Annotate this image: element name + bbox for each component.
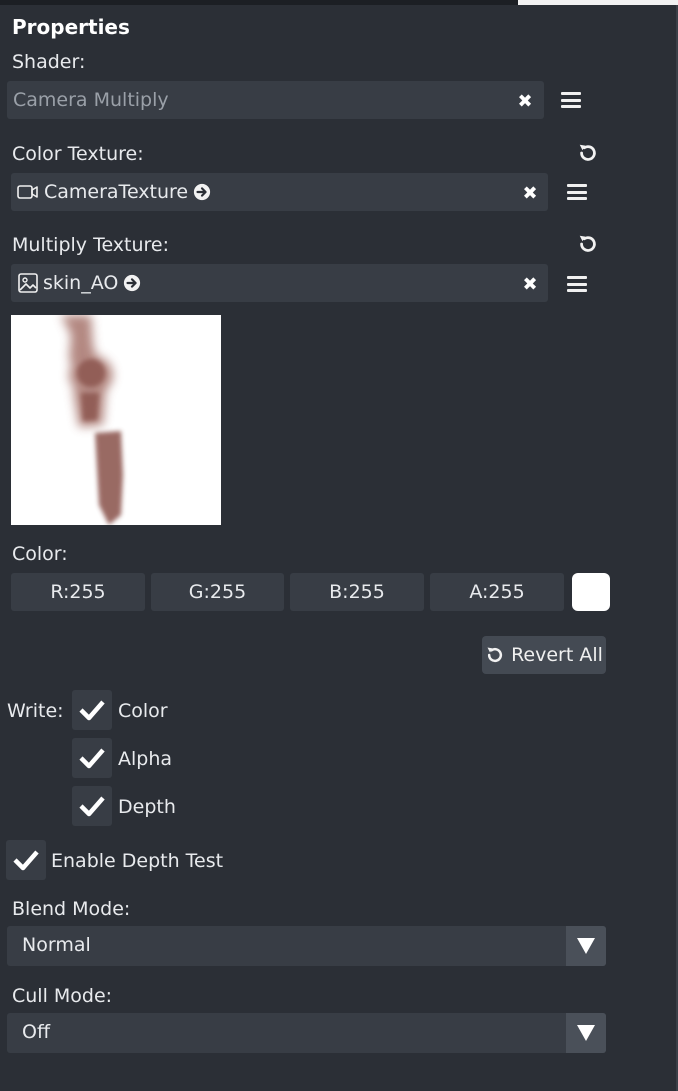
cull-mode-label: Cull Mode: bbox=[12, 985, 113, 1007]
revert-all-label: Revert All bbox=[511, 644, 603, 666]
color-g-field[interactable]: G:255 bbox=[151, 573, 284, 611]
clear-color-texture-icon[interactable]: ✖ bbox=[519, 182, 541, 204]
multiply-texture-label: Multiply Texture: bbox=[12, 234, 170, 256]
triangle-down-icon bbox=[577, 938, 595, 954]
checkmark-icon bbox=[79, 700, 105, 721]
color-a-field[interactable]: A:255 bbox=[430, 573, 564, 611]
write-depth-label: Depth bbox=[118, 796, 176, 818]
write-color-checkbox[interactable] bbox=[72, 690, 112, 730]
color-label: Color: bbox=[12, 543, 68, 565]
write-label: Write: bbox=[7, 700, 64, 722]
shader-value: Camera Multiply bbox=[13, 89, 169, 111]
checkmark-icon bbox=[79, 748, 105, 769]
top-bar-left bbox=[0, 0, 518, 5]
cull-mode-dropdown-arrow[interactable] bbox=[566, 1013, 606, 1053]
blend-mode-dropdown[interactable]: Normal bbox=[7, 926, 606, 966]
color-texture-value: CameraTexture bbox=[44, 181, 189, 203]
blend-mode-value: Normal bbox=[22, 934, 91, 956]
multiply-texture-field[interactable]: skin_AO bbox=[11, 264, 548, 302]
cull-mode-dropdown[interactable]: Off bbox=[7, 1013, 606, 1053]
write-depth-checkbox[interactable] bbox=[72, 786, 112, 826]
checkmark-icon bbox=[79, 796, 105, 817]
color-swatch[interactable] bbox=[572, 573, 610, 611]
image-icon bbox=[18, 273, 38, 293]
revert-icon bbox=[487, 647, 503, 663]
revert-all-button[interactable]: Revert All bbox=[482, 636, 606, 674]
color-texture-menu-icon[interactable] bbox=[567, 184, 587, 200]
color-r-field[interactable]: R:255 bbox=[11, 573, 145, 611]
shader-label: Shader: bbox=[12, 51, 86, 73]
write-alpha-checkbox[interactable] bbox=[72, 738, 112, 778]
panel-title: Properties bbox=[12, 15, 130, 39]
goto-color-texture-icon[interactable] bbox=[193, 183, 211, 201]
revert-multiply-texture-icon[interactable] bbox=[577, 233, 599, 255]
write-alpha-label: Alpha bbox=[118, 748, 173, 770]
color-texture-label: Color Texture: bbox=[12, 143, 144, 165]
multiply-texture-value: skin_AO bbox=[43, 272, 119, 294]
revert-color-texture-icon[interactable] bbox=[577, 142, 599, 164]
color-texture-field[interactable]: CameraTexture bbox=[11, 173, 548, 211]
enable-depth-test-checkbox[interactable] bbox=[6, 840, 46, 880]
camera-icon bbox=[17, 185, 38, 199]
goto-multiply-texture-icon[interactable] bbox=[123, 274, 141, 292]
enable-depth-test-label: Enable Depth Test bbox=[51, 850, 224, 872]
shader-menu-icon[interactable] bbox=[561, 92, 581, 108]
blend-mode-label: Blend Mode: bbox=[12, 898, 131, 920]
multiply-texture-menu-icon[interactable] bbox=[567, 276, 587, 292]
texture-preview-image bbox=[11, 315, 221, 525]
shader-field[interactable]: Camera Multiply bbox=[7, 81, 544, 119]
clear-shader-icon[interactable]: ✖ bbox=[514, 90, 536, 112]
write-color-label: Color bbox=[118, 700, 168, 722]
blend-mode-dropdown-arrow[interactable] bbox=[566, 926, 606, 966]
clear-multiply-texture-icon[interactable]: ✖ bbox=[519, 273, 541, 295]
checkmark-icon bbox=[13, 850, 39, 871]
top-bar-right bbox=[518, 0, 678, 5]
cull-mode-value: Off bbox=[22, 1021, 51, 1043]
triangle-down-icon bbox=[577, 1025, 595, 1041]
color-b-field[interactable]: B:255 bbox=[290, 573, 424, 611]
